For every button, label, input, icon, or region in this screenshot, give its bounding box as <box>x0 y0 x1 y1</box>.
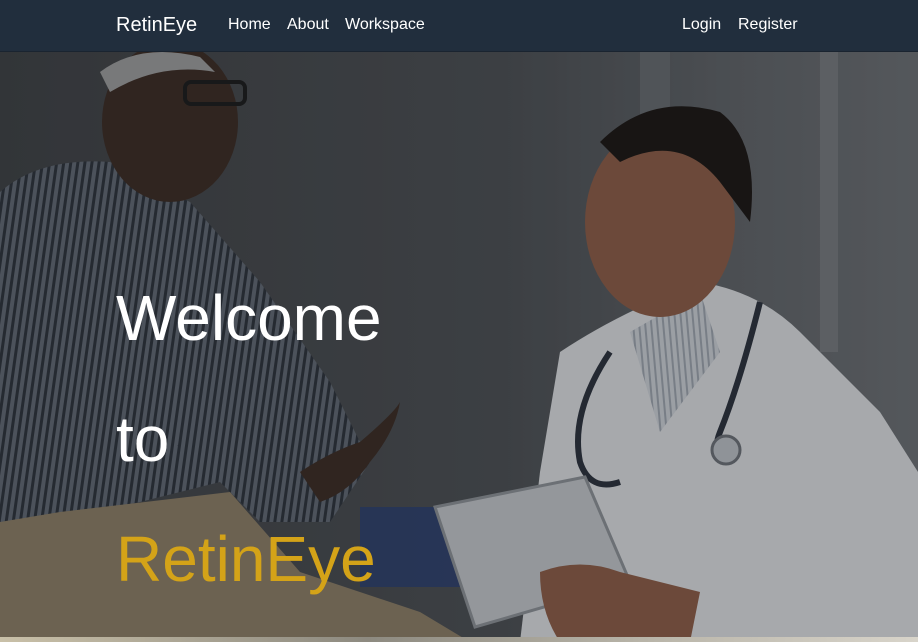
nav-link-workspace[interactable]: Workspace <box>345 16 425 34</box>
navbar: RetinEye Home About Workspace Login Regi… <box>0 0 918 52</box>
hero-section: Welcome to RetinEye <box>0 52 918 642</box>
hero-to-text: to <box>116 403 170 475</box>
nav-link-about[interactable]: About <box>287 16 329 34</box>
hero-brand-text: RetinEye <box>116 523 376 595</box>
hero-welcome-text: Welcome <box>116 282 382 354</box>
nav-link-login[interactable]: Login <box>682 16 721 34</box>
nav-link-home[interactable]: Home <box>228 16 271 34</box>
bottom-strip <box>0 637 918 642</box>
brand-logo-link[interactable]: RetinEye <box>116 14 197 36</box>
nav-link-register[interactable]: Register <box>738 16 798 34</box>
